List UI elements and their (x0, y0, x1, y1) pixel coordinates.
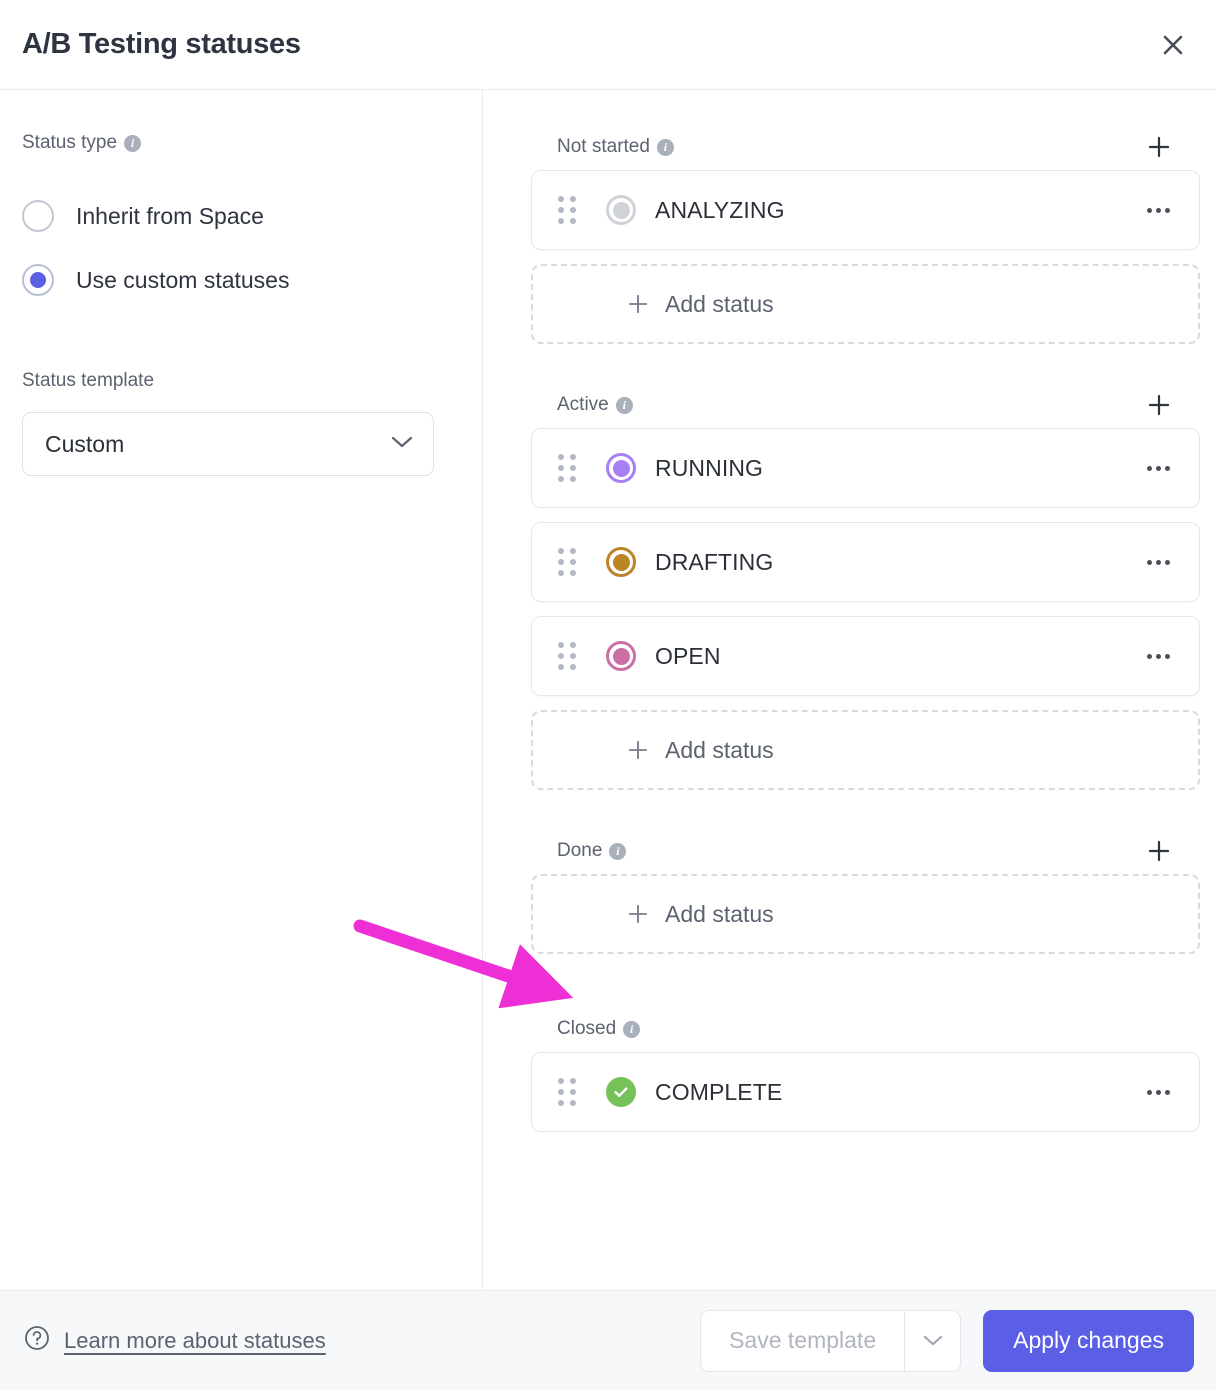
learn-more-label: Learn more about statuses (64, 1327, 326, 1353)
group-title-text: Active (557, 394, 609, 415)
status-group-closed: Closed i COMPLETE (531, 1006, 1200, 1132)
status-name: OPEN (655, 642, 721, 669)
drag-handle-icon[interactable] (558, 454, 576, 482)
drag-handle-icon[interactable] (558, 1078, 576, 1106)
footer-actions: Save template Apply changes (700, 1309, 1194, 1372)
status-name: RUNNING (655, 454, 764, 481)
radio-option-use-custom-statuses[interactable]: Use custom statuses (22, 248, 458, 312)
drag-handle-icon[interactable] (558, 196, 576, 224)
status-name: COMPLETE (655, 1078, 783, 1105)
apply-changes-button[interactable]: Apply changes (983, 1309, 1194, 1372)
close-icon[interactable] (1152, 24, 1194, 66)
modal-body: Status type i Inherit from Space Use cus… (0, 90, 1216, 1290)
info-icon[interactable]: i (609, 842, 627, 860)
info-icon[interactable]: i (623, 1020, 641, 1038)
info-icon[interactable]: i (615, 396, 633, 414)
status-color-dot-icon (606, 195, 636, 225)
status-type-radio-group: Inherit from Space Use custom statuses (22, 184, 458, 312)
info-icon[interactable]: i (656, 138, 674, 156)
save-template-split-button: Save template (700, 1309, 962, 1372)
close-glyph (1163, 35, 1183, 54)
group-title: Done i (557, 840, 627, 862)
radio-indicator[interactable] (22, 200, 54, 232)
status-row[interactable]: RUNNING (531, 428, 1200, 508)
plus-icon (1148, 840, 1170, 862)
status-row-menu-icon[interactable] (1139, 543, 1177, 581)
group-header: Active i (531, 382, 1200, 428)
modal-footer: Learn more about statuses Save template … (0, 1290, 1216, 1390)
modal-header: A/B Testing statuses (0, 0, 1216, 90)
status-template-text: Status template (22, 370, 155, 391)
status-group-done: Done i Add status (531, 828, 1200, 954)
add-status-to-group-button[interactable] (1142, 834, 1176, 868)
status-name: DRAFTING (655, 548, 774, 575)
status-row-menu-icon[interactable] (1139, 637, 1177, 675)
status-type-text: Status type (22, 132, 118, 153)
status-template-label: Status template (22, 370, 458, 392)
page-title: A/B Testing statuses (22, 28, 301, 60)
add-status-to-group-button[interactable] (1142, 388, 1176, 422)
radio-option-label: Inherit from Space (76, 202, 264, 229)
drag-handle-icon[interactable] (558, 642, 576, 670)
status-group-not-started: Not started i ANALYZING Add status (531, 124, 1200, 344)
plus-icon (1148, 394, 1170, 416)
add-status-button[interactable]: Add status (531, 264, 1200, 344)
status-row-menu-icon[interactable] (1139, 191, 1177, 229)
status-row-menu-icon[interactable] (1139, 449, 1177, 487)
status-complete-check-icon (606, 1077, 636, 1107)
settings-left-pane: Status type i Inherit from Space Use cus… (0, 90, 483, 1290)
status-template-block: Status template Custom (22, 370, 458, 476)
status-row-menu-icon[interactable] (1139, 1073, 1177, 1111)
group-title-text: Done (557, 840, 603, 861)
group-header: Not started i (531, 124, 1200, 170)
status-name: ANALYZING (655, 196, 785, 223)
add-status-button-done[interactable]: Add status (531, 874, 1200, 954)
save-template-button[interactable]: Save template (701, 1310, 905, 1371)
group-title: Active i (557, 394, 633, 416)
chevron-down-icon (391, 435, 413, 454)
add-status-label: Add status (665, 900, 774, 927)
status-row[interactable]: COMPLETE (531, 1052, 1200, 1132)
status-groups-pane: Not started i ANALYZING Add status Activ… (483, 90, 1216, 1290)
radio-option-inherit-from-space[interactable]: Inherit from Space (22, 184, 458, 248)
status-row[interactable]: DRAFTING (531, 522, 1200, 602)
group-header: Closed i (531, 1006, 1200, 1052)
status-settings-modal: A/B Testing statuses Status type i Inher… (0, 0, 1216, 1390)
status-row[interactable]: ANALYZING (531, 170, 1200, 250)
radio-indicator-selected[interactable] (22, 264, 54, 296)
add-status-label: Add status (665, 736, 774, 763)
save-template-dropdown-chevron-down-icon[interactable] (904, 1310, 960, 1371)
status-type-label: Status type i (22, 132, 458, 154)
plus-icon (627, 903, 649, 925)
status-template-value: Custom (45, 430, 125, 457)
status-group-active: Active i RUNNING DRAFTING OPEN Add statu… (531, 382, 1200, 790)
drag-handle-icon[interactable] (558, 548, 576, 576)
info-icon[interactable]: i (124, 134, 142, 152)
add-status-to-group-button[interactable] (1142, 130, 1176, 164)
help-circle-icon (24, 1325, 50, 1356)
plus-icon (1148, 136, 1170, 158)
learn-more-link[interactable]: Learn more about statuses (24, 1325, 326, 1356)
plus-icon (627, 739, 649, 761)
group-header: Done i (531, 828, 1200, 874)
radio-option-label: Use custom statuses (76, 266, 290, 293)
plus-icon (627, 293, 649, 315)
group-title: Not started i (557, 136, 674, 158)
add-status-label: Add status (665, 290, 774, 317)
status-row[interactable]: OPEN (531, 616, 1200, 696)
status-color-dot-icon (606, 547, 636, 577)
group-title: Closed i (557, 1018, 641, 1040)
group-title-text: Not started (557, 136, 650, 157)
status-color-dot-icon (606, 453, 636, 483)
status-color-dot-icon (606, 641, 636, 671)
status-template-select[interactable]: Custom (22, 412, 434, 476)
group-title-text: Closed (557, 1018, 617, 1039)
add-status-button[interactable]: Add status (531, 710, 1200, 790)
